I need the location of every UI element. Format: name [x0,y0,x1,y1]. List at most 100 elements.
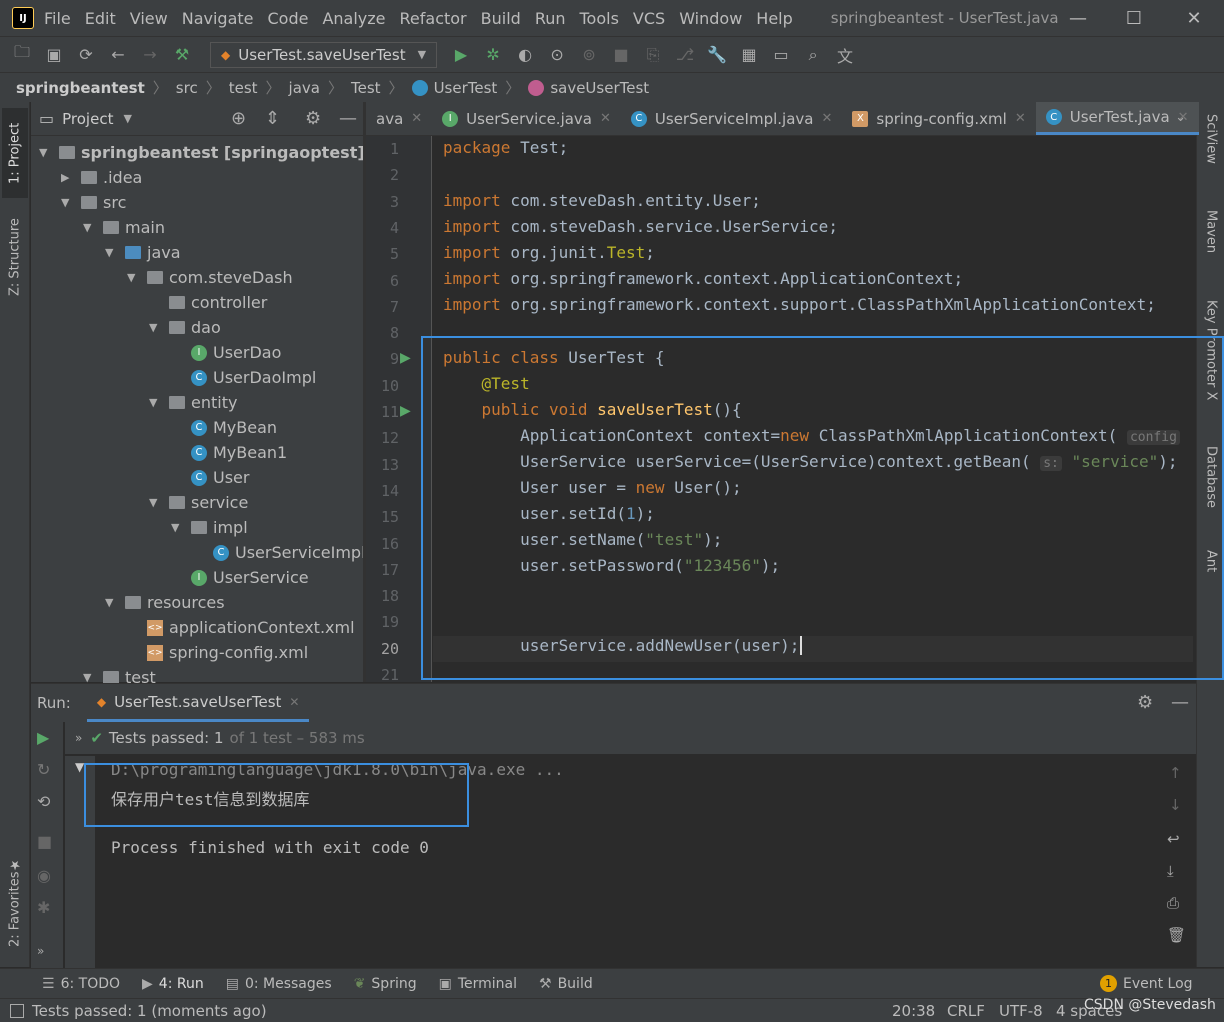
tabs-overflow-icon[interactable]: ⌄ [1175,110,1186,125]
chevron-down-icon[interactable]: ▼ [123,112,131,125]
gear-icon[interactable]: ⚙ [305,108,321,129]
tree-expand-arrow-icon[interactable]: ▼ [149,496,163,509]
scroll-to-end-icon[interactable]: ⤓ [1167,862,1174,880]
coverage-icon[interactable]: ◐ [511,41,539,69]
update-icon[interactable]: ⎘ [639,41,667,69]
close-window-button[interactable]: ✕ [1172,0,1216,36]
tree-node[interactable]: ▶ .idea [61,165,142,190]
toggle-auto-test-icon[interactable]: ⟲ [37,792,50,811]
breadcrumb-java[interactable]: java [289,79,320,97]
tree-expand-arrow-icon[interactable]: ▶ [61,171,75,184]
menu-build[interactable]: Build [481,9,521,28]
menu-vcs[interactable]: VCS [633,9,665,28]
toggle-tool-windows-icon[interactable] [10,1003,24,1018]
tree-node[interactable]: ▼ main [83,215,165,240]
menu-run[interactable]: Run [535,9,566,28]
up-arrow-icon[interactable]: ↑ [1169,764,1182,782]
stop-icon[interactable]: ■ [37,832,52,851]
project-panel-title[interactable]: Project [62,110,113,128]
back-icon[interactable]: ← [104,41,132,69]
editor-tab[interactable]: ava ✕ [366,102,432,135]
menu-tools[interactable]: Tools [580,9,619,28]
tree-expand-arrow-icon[interactable]: ▼ [127,271,141,284]
terminal-window-icon[interactable]: ▭ [767,41,795,69]
tree-expand-arrow-icon[interactable]: ▼ [39,146,53,159]
breadcrumb-project[interactable]: springbeantest [16,79,145,97]
tree-node[interactable]: C UserServiceImpl [193,540,366,565]
tab-structure[interactable]: Z: Structure [2,212,28,302]
breadcrumb-package[interactable]: Test [351,79,381,97]
open-folder-icon[interactable]: 🗀 [8,41,36,69]
tree-node[interactable]: ▼ src [61,190,126,215]
settings-wrench-icon[interactable]: 🔧 [703,41,731,69]
tab-sciview[interactable]: SciView [1199,114,1223,194]
tree-expand-arrow-icon[interactable]: ▼ [171,521,185,534]
close-icon[interactable]: ✕ [821,111,832,126]
menu-view[interactable]: View [130,9,168,28]
locate-icon[interactable]: ⊕ [231,108,246,129]
editor-tab[interactable]: Xspring-config.xml ✕ [842,102,1035,135]
tree-expand-arrow-icon[interactable]: ▼ [75,760,84,774]
tab-maven[interactable]: Maven [1199,210,1223,280]
rerun-icon[interactable]: ▶ [37,728,49,747]
tree-node[interactable]: <> applicationContext.xml [127,615,355,640]
run-gutter-icon[interactable]: ▶ [400,350,411,366]
tree-node[interactable]: ▼ java [105,240,181,265]
tool-spring[interactable]: ❦ Spring [354,976,417,992]
soft-wrap-icon[interactable]: ↩ [1167,830,1180,848]
tree-node[interactable]: ▼ entity [149,390,237,415]
tree-node[interactable]: C MyBean1 [171,440,287,465]
tool-run[interactable]: ▶ 4: Run [142,976,204,992]
minimize-button[interactable]: — [1056,0,1100,36]
tool-build[interactable]: ⚒ Build [539,976,593,992]
rerun-failed-icon[interactable]: ↻ [37,760,50,779]
tree-node[interactable]: controller [149,290,267,315]
vcs-icon[interactable]: ⎇ [671,41,699,69]
gear-icon[interactable]: ⚙ [1137,692,1153,713]
tree-node[interactable]: <> spring-config.xml [127,640,308,665]
down-arrow-icon[interactable]: ↓ [1169,796,1182,814]
expand-icon[interactable]: » [75,731,82,745]
tree-node[interactable]: I UserService [171,565,309,590]
event-log[interactable]: 1 Event Log [1100,975,1193,992]
run-icon[interactable]: ▶ [447,41,475,69]
hide-panel-icon[interactable]: — [1171,692,1189,713]
collapse-all-icon[interactable]: ⇕ [265,108,280,129]
stop-icon[interactable]: ■ [607,41,635,69]
menu-help[interactable]: Help [756,9,792,28]
menu-code[interactable]: Code [268,9,309,28]
editor-tab[interactable]: I UserService.java ✕ [432,102,621,135]
maximize-button[interactable]: ☐ [1112,0,1156,36]
hide-panel-icon[interactable]: — [339,108,357,129]
menu-navigate[interactable]: Navigate [182,9,254,28]
tree-expand-arrow-icon[interactable]: ▼ [105,596,119,609]
cursor-position[interactable]: 20:38 [892,1002,935,1020]
build-hammer-icon[interactable]: ⚒ [168,41,196,69]
save-all-icon[interactable]: ▣ [40,41,68,69]
tool-messages[interactable]: ▤ 0: Messages [226,976,332,992]
tree-node[interactable]: ▼ dao [149,315,221,340]
settings-icon[interactable]: ✱ [37,898,50,917]
editor-tab[interactable]: C UserServiceImpl.java ✕ [621,102,842,135]
tree-node[interactable]: C User [171,465,249,490]
forward-icon[interactable]: → [136,41,164,69]
tree-node[interactable]: ▼ com.steveDash [127,265,293,290]
menu-file[interactable]: File [44,9,71,28]
tree-node[interactable]: C UserDaoImpl [171,365,316,390]
close-icon[interactable]: ✕ [1015,111,1026,126]
close-icon[interactable]: ✕ [289,695,299,709]
breadcrumb-method[interactable]: saveUserTest [550,79,649,97]
menu-analyze[interactable]: Analyze [322,9,385,28]
tree-node[interactable]: ▼ impl [171,515,248,540]
profile-icon[interactable]: ⊙ [543,41,571,69]
trash-icon[interactable]: 🗑 [1167,926,1186,944]
breadcrumb-src[interactable]: src [176,79,198,97]
tab-favorites[interactable]: 2: Favorites ★ [2,852,28,952]
tree-expand-arrow-icon[interactable]: ▼ [149,396,163,409]
breadcrumb-class[interactable]: UserTest [434,79,498,97]
menu-refactor[interactable]: Refactor [400,9,467,28]
tool-todo[interactable]: ☰ 6: TODO [42,976,120,992]
tree-node[interactable]: C MyBean [171,415,277,440]
tree-expand-arrow-icon[interactable]: ▼ [61,196,75,209]
close-icon[interactable]: ✕ [600,111,611,126]
